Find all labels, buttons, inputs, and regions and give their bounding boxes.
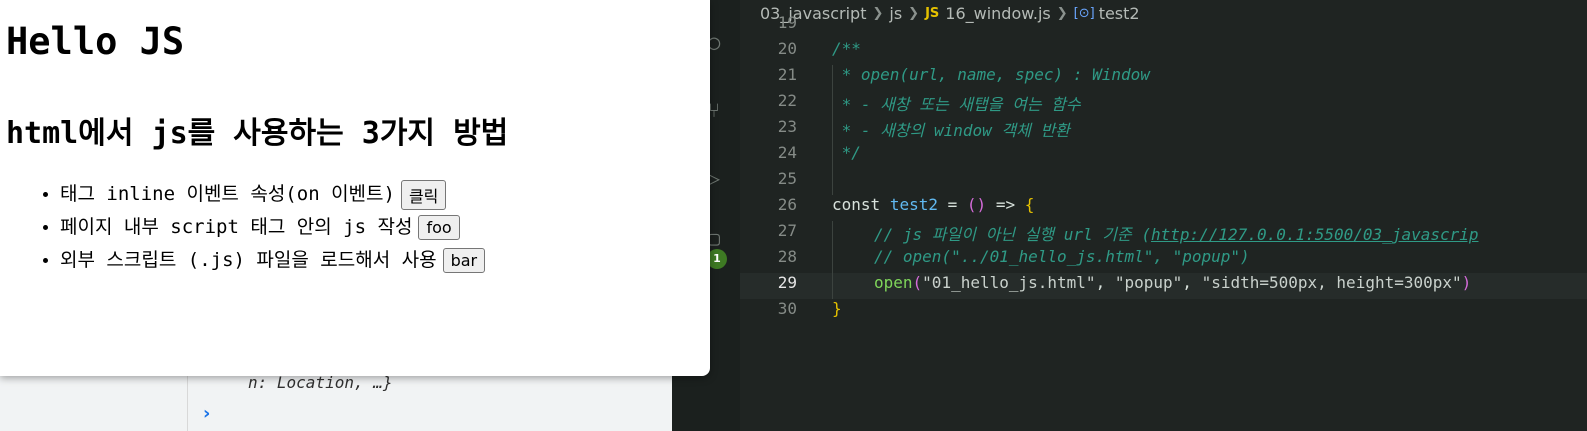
code-line: 20/** — [777, 39, 861, 58]
comment-link[interactable]: http://127.0.0.1:5500/03_javascrip — [1151, 225, 1479, 244]
code-line: 23 * - 새창의 window 객체 반환 — [777, 117, 1070, 140]
code-line: 22 * - 새창 또는 새탭을 여는 함수 — [777, 91, 1081, 114]
indent-guide — [832, 65, 833, 195]
code-line: 27// js 파일이 아닌 실행 url 기준 (http://127.0.0… — [777, 221, 1479, 244]
method-list: 태그 inline 이벤트 속성(on 이벤트)클릭 페이지 내부 script… — [0, 178, 486, 277]
popup-window: Hello JS html에서 js를 사용하는 3가지 방법 태그 inlin… — [0, 0, 710, 376]
page-title: Hello JS — [6, 20, 185, 63]
code-line: 24 */ — [777, 143, 861, 162]
code-line: 21 * open(url, name, spec) : Window — [777, 65, 1150, 84]
click-button[interactable]: 클릭 — [400, 179, 447, 210]
code-line: 25 — [777, 169, 797, 188]
page-subtitle: html에서 js를 사용하는 3가지 방법 — [6, 116, 509, 151]
list-item: 페이지 내부 script 태그 안의 js 작성foo — [60, 211, 485, 244]
list-item: 태그 inline 이벤트 속성(on 이벤트)클릭 — [60, 178, 485, 211]
foo-button[interactable]: foo — [418, 215, 460, 240]
code-line: 30} — [777, 299, 842, 318]
code-area[interactable]: 19 20/** 21 * open(url, name, spec) : Wi… — [740, 13, 1587, 431]
code-line: 19 — [777, 13, 797, 32]
code-line: 28// open("../01_hello_js.html", "popup"… — [777, 247, 1250, 266]
list-item: 외부 스크립트 (.js) 파일을 로드해서 사용bar — [60, 244, 486, 277]
code-line-active: 29 open("01_hello_js.html", "popup", "sid… — [740, 273, 1587, 299]
code-line: 26 const test2 = () => { — [777, 195, 1035, 214]
bar-button[interactable]: bar — [442, 248, 486, 273]
notification-badge: 1 — [707, 249, 727, 269]
console-prompt[interactable]: › — [203, 403, 210, 424]
indent-guide — [832, 221, 833, 299]
